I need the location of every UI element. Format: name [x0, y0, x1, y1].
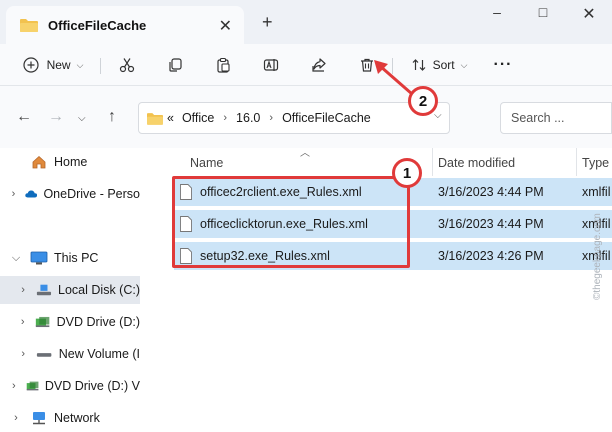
column-divider[interactable]: [432, 148, 433, 176]
chevron-right-icon[interactable]: ›: [16, 316, 29, 328]
sidebar-item-label: Home: [54, 155, 88, 169]
command-bar: New ⌵ Sort ⌵ ···: [0, 44, 612, 122]
home-icon: [32, 155, 46, 169]
new-label: New: [46, 58, 71, 72]
file-date: 3/16/2023 4:44 PM: [438, 185, 544, 199]
dvd-icon: [36, 316, 50, 328]
chevron-right-icon[interactable]: ›: [16, 348, 30, 360]
cloud-icon: [25, 190, 38, 198]
copy-icon: [169, 58, 182, 72]
sidebar-item-this-pc[interactable]: ⌵ This PC: [0, 244, 140, 272]
file-type: xmlfil: [582, 185, 611, 199]
chevron-right-icon[interactable]: ›: [8, 380, 20, 392]
chevron-right-icon[interactable]: ›: [8, 412, 24, 424]
sidebar-item-label: DVD Drive (D:) V: [44, 379, 140, 393]
new-tab-button[interactable]: +: [262, 12, 273, 33]
maximize-button[interactable]: □: [528, 4, 558, 24]
share-icon: [312, 58, 326, 72]
forward-arrow-icon[interactable]: →: [48, 108, 64, 126]
sidebar-item-home[interactable]: Home: [0, 148, 140, 176]
dvd-icon: [26, 381, 39, 391]
toolbar-divider: [100, 58, 101, 74]
breadcrumb-overflow[interactable]: «: [167, 111, 174, 125]
sidebar-item-label: DVD Drive (D:): [56, 315, 140, 329]
drive-icon: [37, 284, 52, 296]
sidebar-item-dvd-drive-2[interactable]: › DVD Drive (D:) V: [0, 372, 140, 400]
chevron-down-icon[interactable]: ⌵: [8, 252, 24, 265]
up-arrow-icon[interactable]: ↑: [108, 108, 116, 126]
tab-close-icon[interactable]: ✕: [219, 16, 232, 36]
network-icon: [33, 412, 45, 425]
folder-icon: [20, 19, 38, 32]
annotation-badge-2: 2: [408, 86, 438, 116]
sidebar-item-label: OneDrive - Perso: [43, 187, 140, 201]
annotation-highlight-box: [172, 176, 410, 268]
tab-officefilecache[interactable]: OfficeFileCache ✕: [6, 6, 244, 44]
breadcrumb-16[interactable]: 16.0: [236, 111, 260, 125]
search-input[interactable]: Search ...: [500, 102, 612, 134]
sidebar-item-new-volume[interactable]: › New Volume (I: [0, 340, 140, 368]
sidebar-item-label: Network: [54, 411, 100, 425]
chevron-right-icon[interactable]: ›: [269, 112, 273, 124]
recent-chevron-icon[interactable]: ⌵: [78, 108, 86, 126]
column-header-name[interactable]: Name: [190, 152, 223, 174]
chevron-right-icon[interactable]: ›: [8, 188, 19, 200]
tab-title: OfficeFileCache: [48, 17, 147, 33]
rename-icon: [263, 59, 279, 71]
file-date: 3/16/2023 4:26 PM: [438, 249, 544, 263]
sidebar-item-network[interactable]: › Network: [0, 404, 140, 432]
chevron-down-icon: ⌵: [76, 59, 84, 70]
sidebar-item-label: New Volume (I: [58, 347, 140, 361]
cut-button[interactable]: [114, 52, 140, 78]
new-button[interactable]: New ⌵: [16, 52, 90, 78]
address-row: ← → ⌵ ↑ « Office › 16.0 › OfficeFileCach…: [0, 86, 612, 148]
address-history-chevron-icon[interactable]: ⌵: [434, 110, 442, 121]
file-date: 3/16/2023 4:44 PM: [438, 217, 544, 231]
plus-circle-icon: [22, 57, 39, 73]
column-divider[interactable]: [576, 148, 577, 176]
column-header-date-modified[interactable]: Date modified: [438, 152, 515, 174]
sidebar-item-local-disk[interactable]: › Local Disk (C:): [0, 276, 140, 304]
rename-button[interactable]: [258, 52, 284, 78]
copy-button[interactable]: [162, 52, 188, 78]
paste-icon: [217, 57, 230, 73]
back-arrow-icon[interactable]: ←: [16, 108, 32, 126]
watermark: ©thegeekpage.com: [592, 213, 603, 300]
cut-icon: [119, 58, 135, 73]
chevron-down-icon: ⌵: [460, 59, 468, 70]
minimize-button[interactable]: –: [482, 4, 512, 24]
drive-icon: [37, 353, 52, 357]
close-window-button[interactable]: ✕: [574, 4, 604, 24]
folder-icon: [147, 112, 163, 125]
sidebar-item-dvd-drive[interactable]: › DVD Drive (D:): [0, 308, 140, 336]
sort-label: Sort: [432, 58, 455, 72]
address-bar[interactable]: « Office › 16.0 › OfficeFileCache: [138, 102, 450, 134]
navigation-pane: Home › OneDrive - Perso ⌵ This PC › Loca…: [0, 148, 160, 432]
search-placeholder: Search ...: [511, 111, 565, 125]
sidebar-item-label: Local Disk (C:): [58, 283, 140, 297]
column-header-type[interactable]: Type: [582, 152, 609, 174]
monitor-icon: [30, 251, 48, 265]
more-options-button[interactable]: ···: [490, 52, 516, 78]
breadcrumb-office[interactable]: Office: [182, 111, 214, 125]
sidebar-item-label: This PC: [54, 251, 99, 265]
title-bar: OfficeFileCache ✕ + – □ ✕: [0, 0, 612, 44]
chevron-right-icon[interactable]: ›: [16, 284, 30, 296]
annotation-badge-1: 1: [392, 158, 422, 188]
chevron-right-icon[interactable]: ›: [223, 112, 227, 124]
paste-button[interactable]: [210, 52, 236, 78]
sidebar-item-onedrive[interactable]: › OneDrive - Perso: [0, 180, 140, 208]
breadcrumb-officefilecache[interactable]: OfficeFileCache: [282, 111, 371, 125]
sort-ascending-caret-icon: ︿: [300, 148, 310, 159]
share-button[interactable]: [306, 52, 332, 78]
